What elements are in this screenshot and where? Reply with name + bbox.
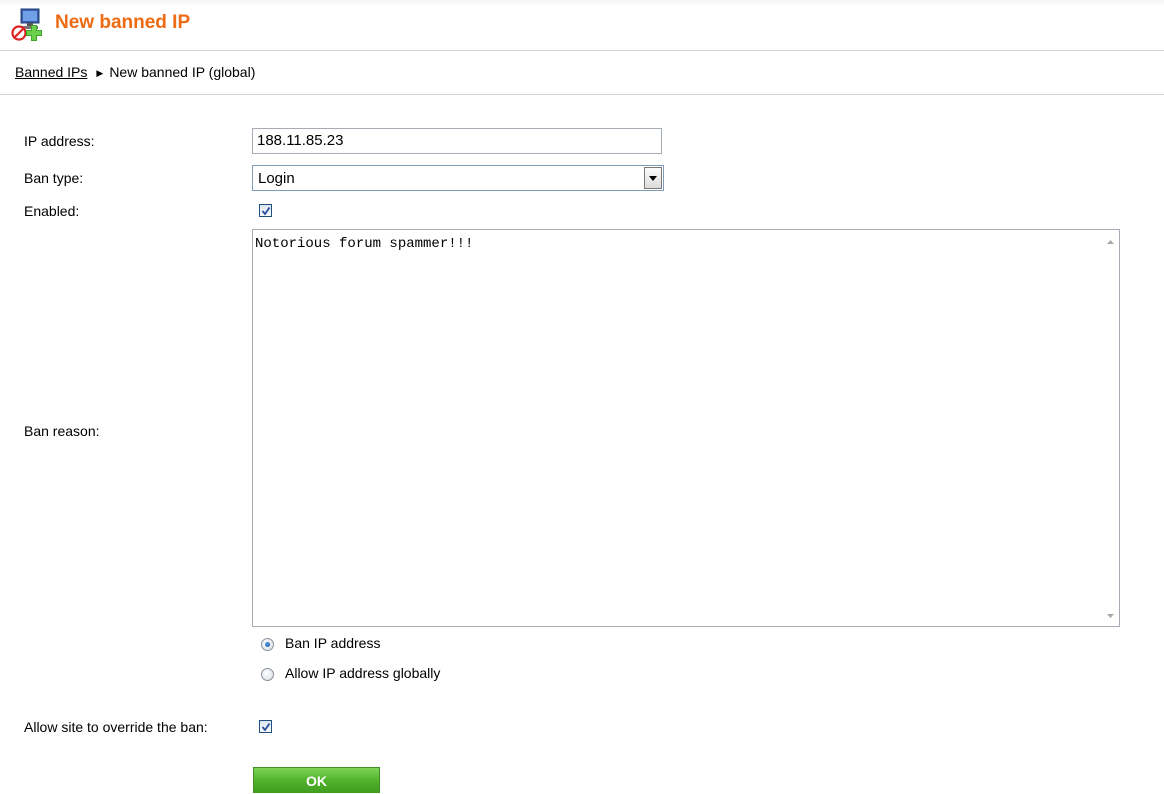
divider	[0, 94, 1164, 95]
allow-ip-globally-radio-label: Allow IP address globally	[285, 665, 441, 681]
breadcrumb: Banned IPs ▶ New banned IP (global)	[15, 64, 255, 80]
ban-type-select[interactable]: Login	[252, 165, 664, 191]
ban-type-label: Ban type:	[24, 170, 84, 186]
allow-ip-globally-radio[interactable]	[261, 668, 274, 681]
ip-address-input[interactable]: 188.11.85.23	[252, 128, 662, 154]
textarea-scrollbar[interactable]	[1102, 230, 1119, 626]
checkmark-icon	[261, 722, 271, 732]
ban-ip-radio[interactable]	[261, 638, 274, 651]
ban-ip-radio-label: Ban IP address	[285, 635, 381, 651]
breadcrumb-current: New banned IP (global)	[109, 64, 256, 80]
enabled-label: Enabled:	[24, 203, 80, 219]
ip-address-label: IP address:	[24, 133, 95, 149]
ban-reason-label: Ban reason:	[24, 423, 100, 439]
scroll-up-icon[interactable]	[1107, 240, 1114, 244]
breadcrumb-separator-icon: ▶	[96, 68, 104, 78]
breadcrumb-link-banned-ips[interactable]: Banned IPs	[15, 64, 87, 80]
ok-button[interactable]: OK	[253, 767, 380, 793]
banned-ip-add-icon	[9, 8, 45, 42]
enabled-checkbox[interactable]	[259, 204, 272, 217]
ban-reason-text: Notorious forum spammer!!!	[255, 236, 474, 252]
allow-override-checkbox[interactable]	[259, 720, 272, 733]
scroll-down-icon[interactable]	[1107, 614, 1114, 618]
page-header: New banned IP	[0, 0, 1164, 51]
ban-reason-textarea[interactable]: Notorious forum spammer!!!	[252, 229, 1120, 627]
checkmark-icon	[261, 206, 271, 216]
allow-override-label: Allow site to override the ban:	[24, 719, 208, 735]
page-title: New banned IP	[55, 12, 191, 33]
ban-type-selected-value: Login	[258, 170, 295, 187]
chevron-down-icon[interactable]	[644, 167, 662, 189]
